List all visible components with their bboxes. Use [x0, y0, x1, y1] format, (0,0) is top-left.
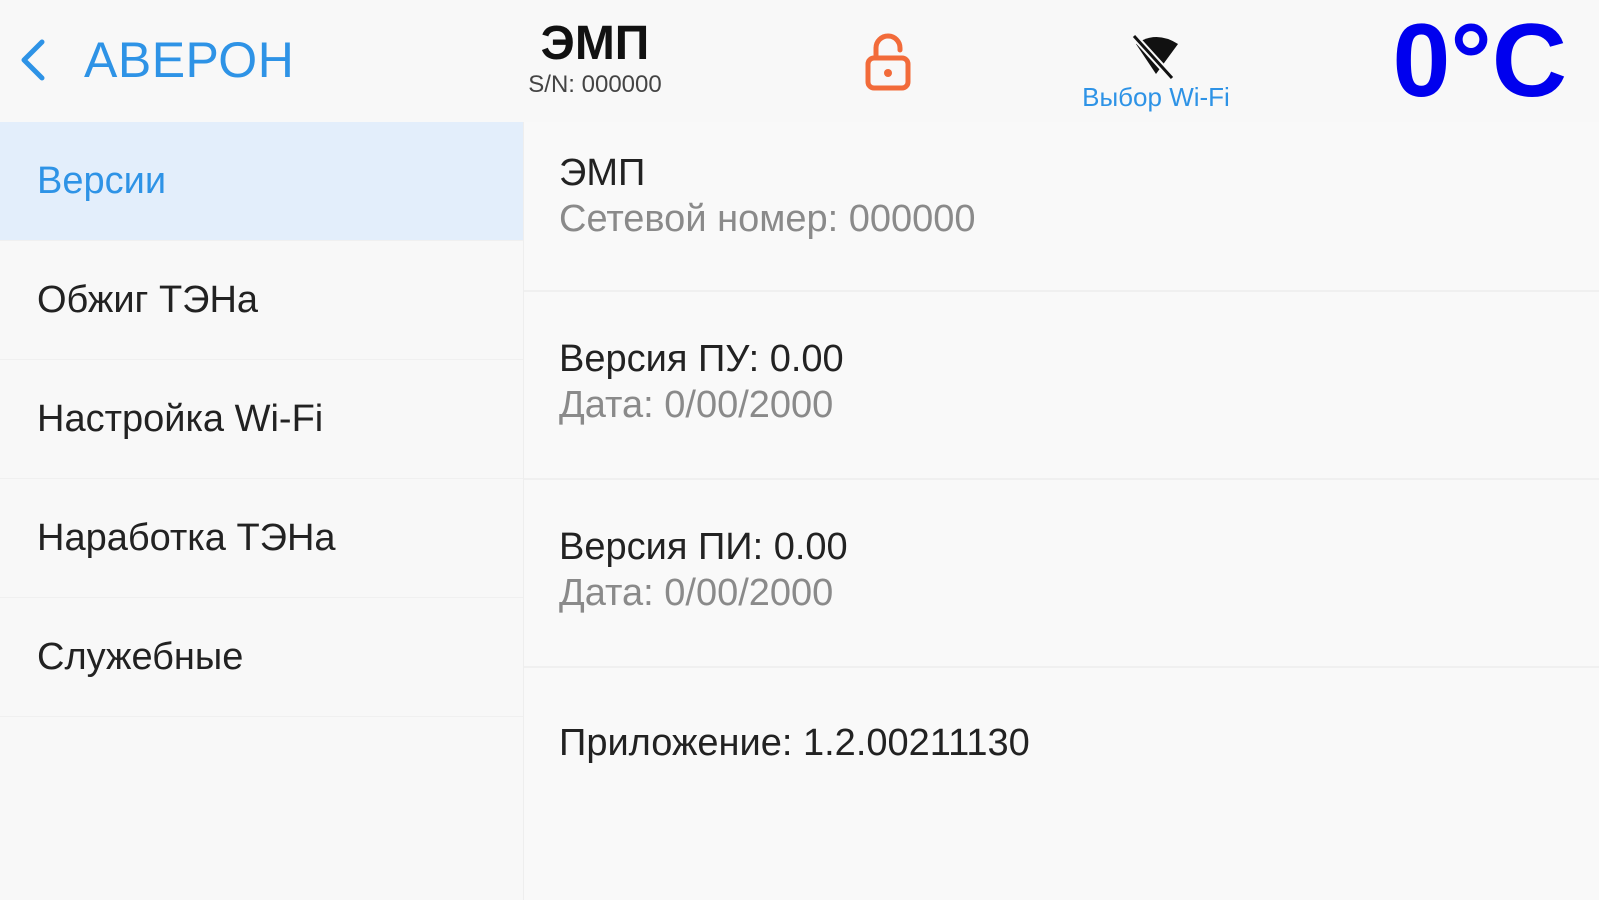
sidebar: Версии Обжиг ТЭНа Настройка Wi-Fi Нарабо…: [0, 122, 523, 900]
pu-version-row: Версия ПУ: 0.00 Дата: 0/00/2000: [524, 292, 1599, 480]
unlocked-padlock-icon[interactable]: [860, 32, 916, 92]
pi-version: Версия ПИ: 0.00: [559, 526, 848, 568]
wifi-select-button[interactable]: Выбор Wi-Fi: [1066, 30, 1246, 113]
versions-panel: ЭМП Сетевой номер: 000000 Версия ПУ: 0.0…: [523, 122, 1599, 900]
app-version: Приложение: 1.2.00211130: [559, 722, 1030, 764]
pu-version: Версия ПУ: 0.00: [559, 338, 844, 380]
sidebar-item-versions[interactable]: Версии: [0, 122, 523, 241]
chevron-left-icon: [21, 39, 45, 81]
pi-date: Дата: 0/00/2000: [559, 572, 834, 614]
network-number: Сетевой номер: 000000: [559, 198, 976, 240]
back-button[interactable]: АВЕРОН: [14, 28, 294, 92]
temperature-readout: 0°C: [1392, 3, 1567, 119]
app-version-row: Приложение: 1.2.00211130: [524, 668, 1599, 808]
device-info-row: ЭМП Сетевой номер: 000000: [524, 150, 1599, 292]
wifi-select-label: Выбор Wi-Fi: [1082, 82, 1230, 112]
sidebar-item-service[interactable]: Служебные: [0, 598, 523, 717]
pi-version-row: Версия ПИ: 0.00 Дата: 0/00/2000: [524, 480, 1599, 668]
wifi-off-icon: [1131, 33, 1178, 81]
pu-date: Дата: 0/00/2000: [559, 384, 834, 426]
sidebar-item-wifi-setup[interactable]: Настройка Wi-Fi: [0, 360, 523, 479]
back-button-label: АВЕРОН: [84, 32, 295, 88]
sidebar-item-heater-burn[interactable]: Обжиг ТЭНа: [0, 241, 523, 360]
device-info-name: ЭМП: [559, 152, 646, 194]
sidebar-item-heater-hours[interactable]: Наработка ТЭНа: [0, 479, 523, 598]
device-name: ЭМП: [540, 17, 650, 70]
top-bar: АВЕРОН ЭМП S/N: 000000 Выбор Wi-Fi 0°C: [0, 0, 1599, 122]
device-title: ЭМП S/N: 000000: [500, 18, 690, 100]
serial-number: S/N: 000000: [528, 71, 662, 98]
